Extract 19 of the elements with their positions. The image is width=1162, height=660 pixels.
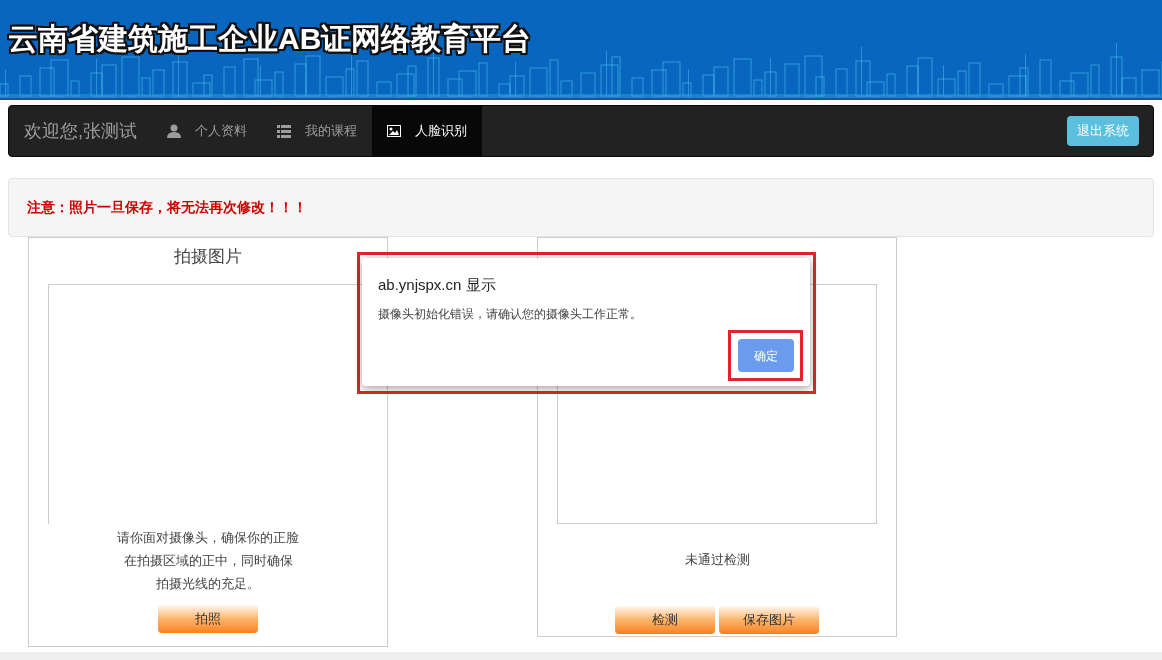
nav-tab[interactable]: 我的课程 — [262, 106, 372, 156]
user-icon — [167, 124, 181, 138]
panel-title: 拍摄图片 — [174, 246, 242, 268]
dialog-title: ab.ynjspx.cn 显示 — [378, 275, 496, 295]
instruction-text: 在拍摄区域的正中，同时确保 — [123, 552, 293, 570]
nav-tab[interactable]: 人脸识别 — [372, 106, 482, 156]
dialog-message: 摄像头初始化错误，请确认您的摄像头工作正常。 — [378, 306, 642, 323]
site-title: 云南省建筑施工企业AB证网络教育平台 — [8, 21, 532, 57]
instruction-text: 拍摄光线的充足。 — [156, 575, 260, 593]
action-button[interactable]: 拍照 — [158, 605, 258, 633]
notice-text: 注意：照片一旦保存，将无法再次修改！！！ — [27, 198, 307, 217]
instruction-text: 请你面对摄像头，确保你的正脸 — [117, 529, 299, 547]
action-button[interactable]: 保存图片 — [719, 605, 819, 634]
status-text: 未通过检测 — [684, 551, 750, 569]
welcome-text: 欢迎您,张测试 — [23, 119, 138, 143]
action-button[interactable]: 检测 — [615, 605, 715, 634]
nav-tab[interactable]: 个人资料 — [152, 106, 262, 156]
image-icon — [387, 125, 401, 137]
list-icon — [277, 124, 291, 138]
